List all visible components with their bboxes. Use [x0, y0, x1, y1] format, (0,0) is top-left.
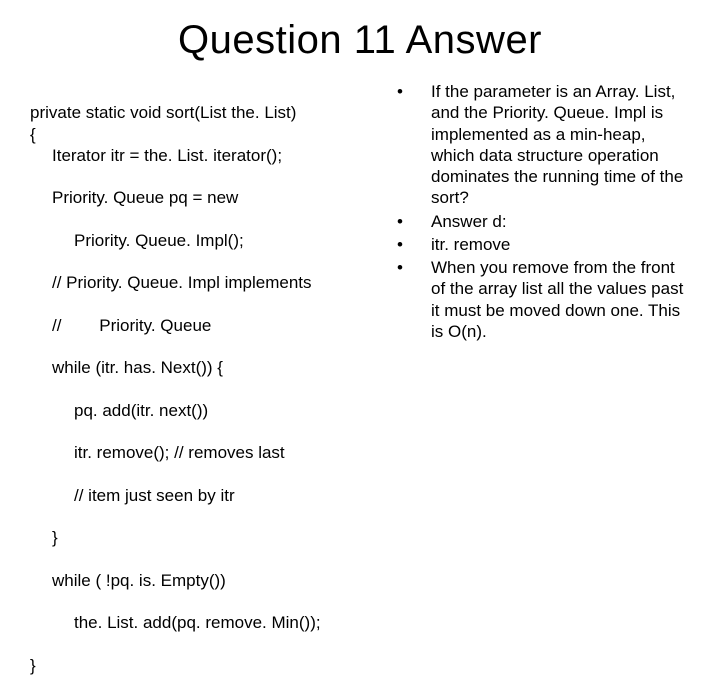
- bullet-dot-icon: •: [393, 257, 431, 342]
- code-line: itr. remove(); // removes last: [30, 442, 375, 463]
- slide: Question 11 Answer private static void s…: [0, 0, 720, 540]
- slide-title: Question 11 Answer: [30, 18, 690, 63]
- bullet-dot-icon: •: [393, 81, 431, 209]
- bullets-column: • If the parameter is an Array. List, an…: [393, 81, 690, 697]
- bullet-dot-icon: •: [393, 234, 431, 255]
- bullet-text: If the parameter is an Array. List, and …: [431, 81, 690, 209]
- code-line: // Priority. Queue: [30, 315, 375, 336]
- code-line: private static void sort(List the. List): [30, 103, 296, 122]
- code-line: }: [30, 656, 36, 675]
- code-line: Iterator itr = the. List. iterator();: [30, 145, 375, 166]
- bullet-text: itr. remove: [431, 234, 690, 255]
- code-line: // item just seen by itr: [30, 485, 375, 506]
- code-line: while ( !pq. is. Empty()): [30, 570, 375, 591]
- code-line: the. List. add(pq. remove. Min());: [30, 612, 375, 633]
- code-line: {: [30, 125, 36, 144]
- code-line: }: [30, 527, 375, 548]
- code-column: private static void sort(List the. List)…: [30, 81, 375, 697]
- code-line: pq. add(itr. next()): [30, 400, 375, 421]
- code-line: // Priority. Queue. Impl implements: [30, 272, 375, 293]
- bullet-item: • When you remove from the front of the …: [393, 257, 690, 342]
- code-line: Priority. Queue. Impl();: [30, 230, 375, 251]
- bullet-item: • If the parameter is an Array. List, an…: [393, 81, 690, 209]
- code-line: Priority. Queue pq = new: [30, 187, 375, 208]
- bullet-text: When you remove from the front of the ar…: [431, 257, 690, 342]
- code-line: while (itr. has. Next()) {: [30, 357, 375, 378]
- bullet-dot-icon: •: [393, 211, 431, 232]
- content-columns: private static void sort(List the. List)…: [30, 81, 690, 697]
- bullet-item: • Answer d:: [393, 211, 690, 232]
- bullet-text: Answer d:: [431, 211, 690, 232]
- bullet-item: • itr. remove: [393, 234, 690, 255]
- bullet-list: • If the parameter is an Array. List, an…: [393, 81, 690, 342]
- code-block: private static void sort(List the. List)…: [30, 81, 375, 697]
